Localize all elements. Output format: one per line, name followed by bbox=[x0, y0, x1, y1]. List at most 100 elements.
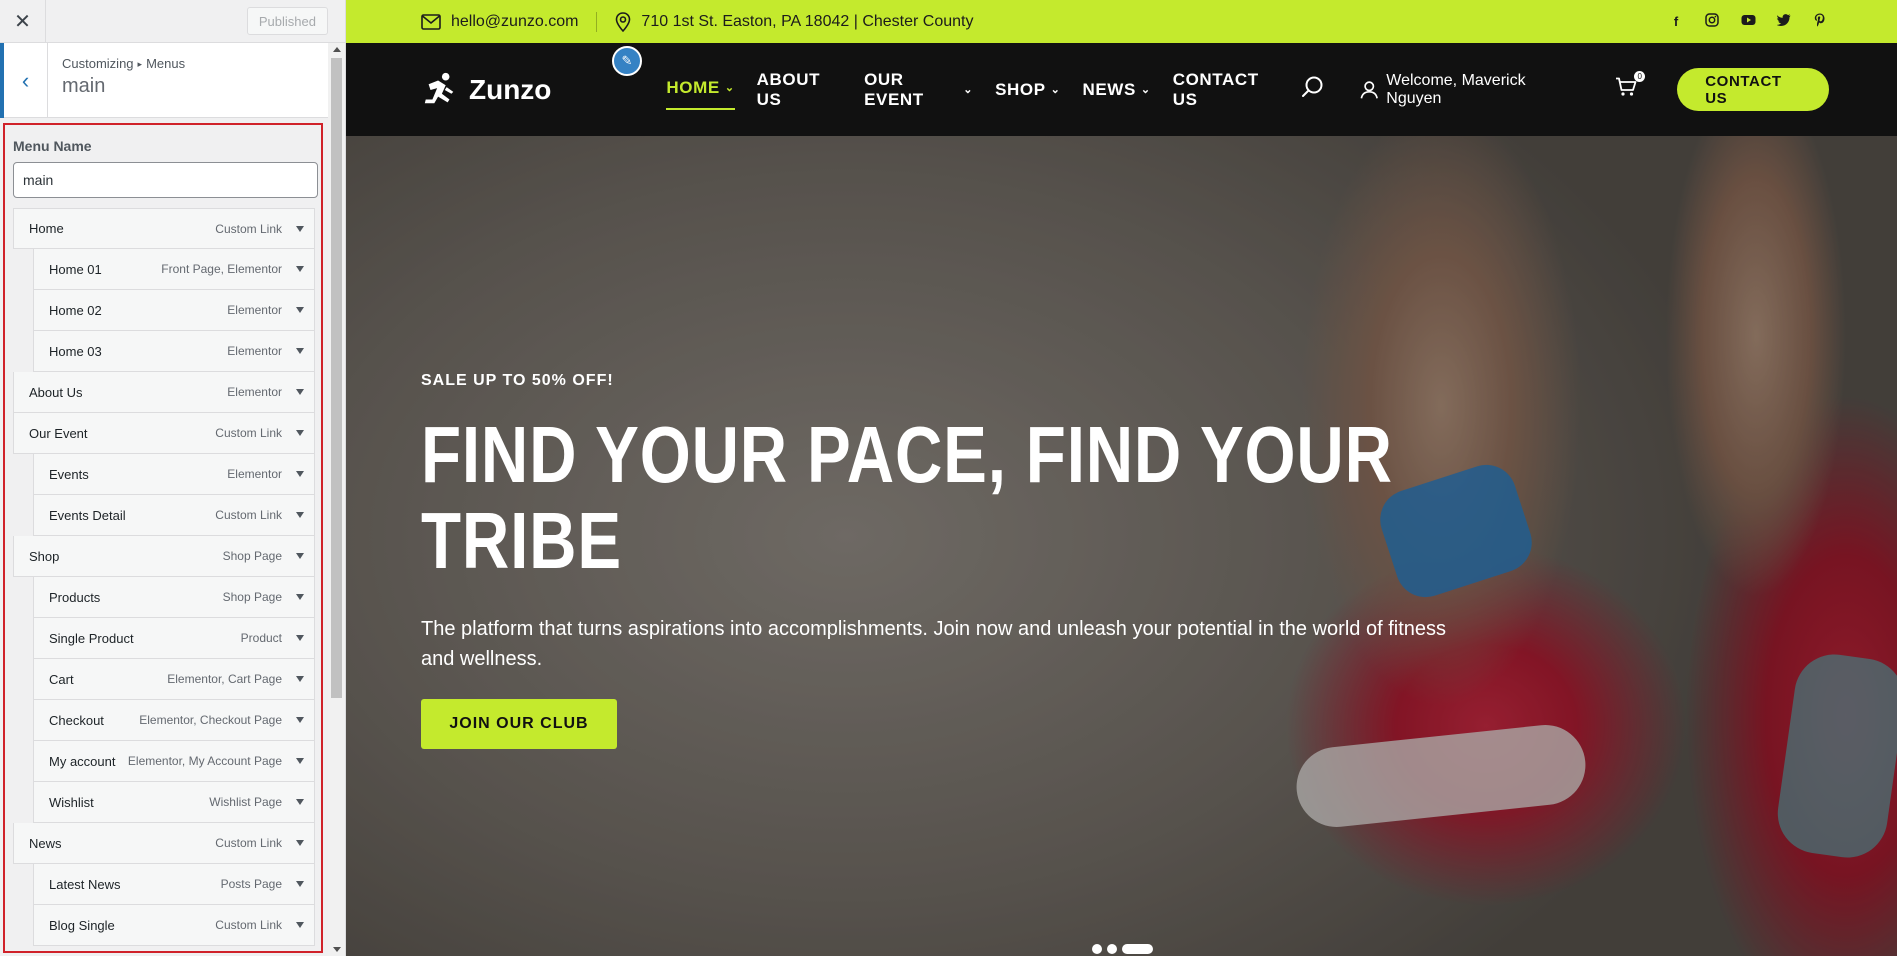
contact-us-button[interactable]: CONTACT US bbox=[1677, 68, 1829, 111]
close-icon: ✕ bbox=[14, 10, 31, 33]
menu-item[interactable]: News Custom Link bbox=[13, 823, 315, 864]
menu-item-title: Blog Single bbox=[49, 917, 115, 933]
chevron-down-icon: ⌄ bbox=[724, 82, 735, 94]
search-icon[interactable] bbox=[1301, 75, 1325, 105]
facebook-icon[interactable]: f bbox=[1669, 14, 1683, 29]
menu-item[interactable]: Cart Elementor, Cart Page bbox=[33, 659, 315, 700]
nav-item[interactable]: CONTACT US bbox=[1173, 70, 1279, 110]
join-club-button[interactable]: JOIN OUR CLUB bbox=[421, 699, 617, 749]
menu-item[interactable]: Checkout Elementor, Checkout Page bbox=[33, 700, 315, 741]
menu-item-title: Wishlist bbox=[49, 794, 94, 810]
menu-item[interactable]: Products Shop Page bbox=[33, 577, 315, 618]
youtube-icon[interactable] bbox=[1741, 14, 1756, 29]
menu-item-title: Events bbox=[49, 466, 89, 482]
breadcrumb-root: Customizing bbox=[62, 56, 134, 71]
close-customizer-button[interactable]: ✕ bbox=[0, 0, 46, 43]
expand-toggle-icon[interactable] bbox=[296, 430, 304, 436]
menu-item[interactable]: Home Custom Link bbox=[13, 208, 315, 249]
menu-item-title: About Us bbox=[29, 384, 83, 400]
cart-count-badge: 0 bbox=[1634, 70, 1646, 82]
expand-toggle-icon[interactable] bbox=[296, 758, 304, 764]
menu-item[interactable]: My account Elementor, My Account Page bbox=[33, 741, 315, 782]
expand-toggle-icon[interactable] bbox=[296, 389, 304, 395]
email-info[interactable]: hello@zunzo.com bbox=[421, 13, 578, 31]
menu-item-title: Products bbox=[49, 589, 101, 605]
menu-item[interactable]: Shop Shop Page bbox=[13, 536, 315, 577]
menu-item[interactable]: Home 03 Elementor bbox=[33, 331, 315, 372]
menu-item-type: Elementor, Cart Page bbox=[167, 672, 282, 686]
hero-content: SALE UP TO 50% OFF! FIND YOUR PACE, FIND… bbox=[421, 372, 1471, 749]
menu-item[interactable]: Single Product Product bbox=[33, 618, 315, 659]
expand-toggle-icon[interactable] bbox=[296, 512, 304, 518]
expand-toggle-icon[interactable] bbox=[296, 471, 304, 477]
menu-item[interactable]: Blog Single Custom Link bbox=[33, 905, 315, 946]
menu-item[interactable]: Wishlist Wishlist Page bbox=[33, 782, 315, 823]
pinterest-icon[interactable] bbox=[1813, 13, 1827, 30]
menu-item-title: Home bbox=[29, 221, 64, 236]
menu-items-list: Home Custom Link Home 01 Front Page, Elemen… bbox=[13, 208, 315, 946]
menu-item[interactable]: Our Event Custom Link bbox=[13, 413, 315, 454]
menu-item-title: Home 01 bbox=[49, 261, 102, 277]
nav-item[interactable]: NEWS ⌄ bbox=[1082, 70, 1150, 110]
expand-toggle-icon[interactable] bbox=[296, 266, 304, 272]
expand-toggle-icon[interactable] bbox=[296, 676, 304, 682]
menu-item[interactable]: Latest News Posts Page bbox=[33, 864, 315, 905]
published-button[interactable]: Published bbox=[246, 7, 328, 35]
menu-item-type: Shop Page bbox=[222, 549, 282, 563]
nav-item[interactable]: SHOP ⌄ bbox=[995, 70, 1060, 110]
scrollbar-thumb[interactable] bbox=[331, 58, 342, 698]
menu-item-title: Latest News bbox=[49, 876, 121, 892]
expand-toggle-icon[interactable] bbox=[296, 840, 304, 846]
menu-item[interactable]: Events Elementor bbox=[33, 454, 315, 495]
slider-dot[interactable] bbox=[1092, 944, 1102, 954]
slider-dot[interactable] bbox=[1122, 944, 1153, 954]
address-text: 710 1st St. Easton, PA 18042 | Chester C… bbox=[641, 12, 974, 30]
nav-item[interactable]: HOME ⌄ bbox=[666, 70, 735, 110]
app: ✕ Published ‹ Customizing ▸ Menus main Men… bbox=[0, 0, 1897, 956]
expand-toggle-icon[interactable] bbox=[296, 348, 304, 354]
sidebar-scrollbar[interactable] bbox=[328, 43, 345, 956]
nav-item[interactable]: ABOUT US bbox=[757, 70, 842, 110]
scroll-up-arrow-icon[interactable] bbox=[333, 47, 341, 52]
account-link[interactable]: Welcome, Maverick Nguyen bbox=[1360, 72, 1570, 108]
twitter-icon[interactable] bbox=[1776, 14, 1791, 29]
nav-item[interactable]: OUR EVENT ⌄ bbox=[864, 70, 973, 110]
expand-toggle-icon[interactable] bbox=[296, 881, 304, 887]
breadcrumb-leaf: Menus bbox=[146, 56, 186, 71]
expand-toggle-icon[interactable] bbox=[296, 553, 304, 559]
slider-dot[interactable] bbox=[1107, 944, 1117, 954]
back-button[interactable]: ‹ bbox=[0, 43, 48, 118]
expand-toggle-icon[interactable] bbox=[296, 717, 304, 723]
menu-item[interactable]: Home 02 Elementor bbox=[33, 290, 315, 331]
menu-item-title: Home 02 bbox=[49, 302, 102, 318]
nav-item-label: ABOUT US bbox=[756, 69, 821, 109]
menu-item[interactable]: About Us Elementor bbox=[13, 372, 315, 413]
menu-item[interactable]: Events Detail Custom Link bbox=[33, 495, 315, 536]
cart-button[interactable]: 0 bbox=[1615, 70, 1646, 103]
menu-item-type: Custom Link bbox=[215, 918, 282, 932]
hero-headline: FIND YOUR PACE, FIND YOUR TRIBE bbox=[421, 412, 1471, 584]
top-info-bar: hello@zunzo.com 710 1st St. Easton, PA 1… bbox=[346, 0, 1897, 43]
expand-toggle-icon[interactable] bbox=[296, 225, 304, 232]
menu-item-type: Elementor bbox=[227, 303, 282, 317]
instagram-icon[interactable] bbox=[1705, 13, 1719, 30]
expand-toggle-icon[interactable] bbox=[296, 799, 304, 805]
topbar-divider bbox=[596, 11, 598, 32]
edit-shortcut-pencil-icon[interactable]: ✎ bbox=[612, 46, 642, 76]
expand-toggle-icon[interactable] bbox=[296, 307, 304, 313]
menu-name-input[interactable]: main bbox=[13, 162, 318, 198]
site-logo[interactable]: Zunzo bbox=[421, 71, 551, 109]
scroll-down-arrow-icon[interactable] bbox=[333, 947, 341, 952]
main-navbar: Zunzo ✎ HOME ⌄ ABOUT US OUR EVENT ⌄ SHOP ⌄ NEWS… bbox=[346, 43, 1897, 136]
menu-editor-panel: Menu Name main Home Custom Link Home 01 Fro… bbox=[3, 123, 323, 953]
email-text[interactable]: hello@zunzo.com bbox=[451, 13, 578, 31]
expand-toggle-icon[interactable] bbox=[296, 594, 304, 600]
runner-logo-icon bbox=[424, 72, 454, 103]
menu-item[interactable]: Home 01 Front Page, Elementor bbox=[33, 249, 315, 290]
breadcrumb: Customizing ▸ Menus bbox=[62, 56, 185, 71]
hero-headline-line: TRIBE bbox=[421, 496, 622, 585]
section-title: main bbox=[62, 75, 106, 97]
breadcrumb-separator-icon: ▸ bbox=[137, 59, 143, 69]
expand-toggle-icon[interactable] bbox=[296, 922, 304, 928]
expand-toggle-icon[interactable] bbox=[296, 635, 304, 641]
